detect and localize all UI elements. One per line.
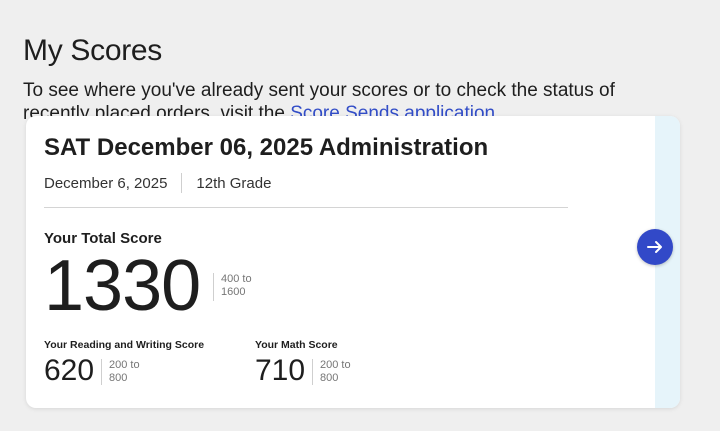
rw-score-value: 620 [44, 354, 95, 387]
math-score-value: 710 [255, 354, 306, 387]
math-range-high: 800 [320, 372, 339, 384]
page-title: My Scores [23, 34, 162, 68]
total-range-low: 400 to [221, 273, 252, 285]
total-score-range: 400 to 1600 [213, 273, 252, 301]
view-details-button[interactable] [637, 229, 673, 265]
card-meta: December 6, 2025 12th Grade [44, 173, 271, 193]
card-title: SAT December 06, 2025 Administration [44, 134, 489, 161]
card-divider [44, 207, 568, 208]
score-card[interactable]: SAT December 06, 2025 Administration Dec… [26, 116, 680, 408]
total-score-value: 1330 [44, 246, 201, 326]
math-range-low: 200 to [320, 359, 351, 371]
rw-score-label: Your Reading and Writing Score [44, 339, 205, 351]
arrow-right-icon [647, 241, 662, 253]
rw-range-high: 800 [109, 372, 128, 384]
grade-level: 12th Grade [196, 174, 272, 192]
total-range-high: 1600 [221, 286, 246, 298]
total-score-label: Your Total Score [44, 230, 162, 247]
meta-separator [181, 173, 183, 193]
test-date: December 6, 2025 [44, 174, 168, 192]
math-score-range: 200 to 800 [312, 359, 351, 385]
math-score-label: Your Math Score [255, 339, 338, 351]
rw-score-range: 200 to 800 [101, 359, 140, 385]
rw-range-low: 200 to [109, 359, 140, 371]
